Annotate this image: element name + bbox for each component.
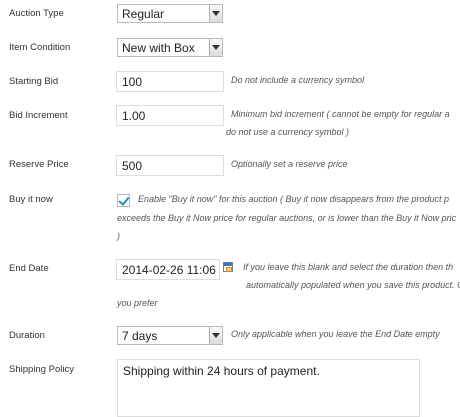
starting-bid-hint: Do not include a currency symbol	[231, 75, 365, 85]
auction-type-label: Auction Type	[9, 8, 64, 19]
duration-label: Duration	[9, 330, 45, 341]
buy-it-now-hint-line-2: exceeds the Buy it Now price for regular…	[117, 213, 457, 223]
bid-increment-value: 1.00	[122, 109, 146, 123]
end-date-hint-line-3: you prefer	[117, 298, 158, 308]
buy-it-now-label: Buy it now	[9, 194, 53, 205]
reserve-price-label: Reserve Price	[9, 159, 69, 170]
shipping-policy-value: Shipping within 24 hours of payment.	[123, 364, 320, 378]
item-condition-value: New with Box	[122, 41, 195, 55]
end-date-hint-line-2: automatically populated when you save th…	[246, 280, 460, 290]
end-date-value: 2014-02-26 11:06	[122, 263, 216, 277]
chevron-down-icon[interactable]	[209, 5, 222, 22]
end-date-input[interactable]: 2014-02-26 11:06	[116, 259, 220, 280]
shipping-policy-textarea[interactable]: Shipping within 24 hours of payment.	[117, 359, 420, 417]
item-condition-select[interactable]: New with Box	[117, 38, 223, 57]
chevron-down-icon[interactable]	[209, 327, 222, 344]
starting-bid-input[interactable]: 100	[116, 71, 224, 92]
end-date-label: End Date	[9, 263, 49, 274]
buy-it-now-hint-line-3: )	[117, 231, 120, 241]
calendar-icon[interactable]	[223, 262, 233, 272]
duration-hint: Only applicable when you leave the End D…	[231, 329, 440, 339]
bid-increment-hint-line-1: Minimum bid increment ( cannot be empty …	[231, 109, 450, 119]
end-date-hint-line-1: If you leave this blank and select the d…	[243, 262, 454, 272]
bid-increment-input[interactable]: 1.00	[116, 105, 224, 126]
reserve-price-input[interactable]: 500	[116, 155, 224, 176]
duration-select[interactable]: 7 days	[117, 326, 223, 345]
duration-value: 7 days	[122, 329, 158, 343]
bid-increment-label: Bid Increment	[9, 110, 68, 121]
buy-it-now-checkbox[interactable]	[117, 194, 130, 207]
auction-type-value: Regular	[122, 7, 165, 21]
buy-it-now-hint-line-1: Enable "Buy it now" for this auction ( B…	[138, 194, 450, 204]
chevron-down-icon[interactable]	[209, 39, 222, 56]
item-condition-label: Item Condition	[9, 42, 71, 53]
starting-bid-value: 100	[122, 75, 143, 89]
shipping-policy-label: Shipping Policy	[9, 364, 74, 375]
reserve-price-value: 500	[122, 159, 143, 173]
auction-type-select[interactable]: Regular	[117, 4, 223, 23]
bid-increment-hint-line-2: do not use a currency symbol )	[226, 127, 350, 137]
starting-bid-label: Starting Bid	[9, 76, 59, 87]
reserve-price-hint: Optionally set a reserve price	[231, 159, 348, 169]
